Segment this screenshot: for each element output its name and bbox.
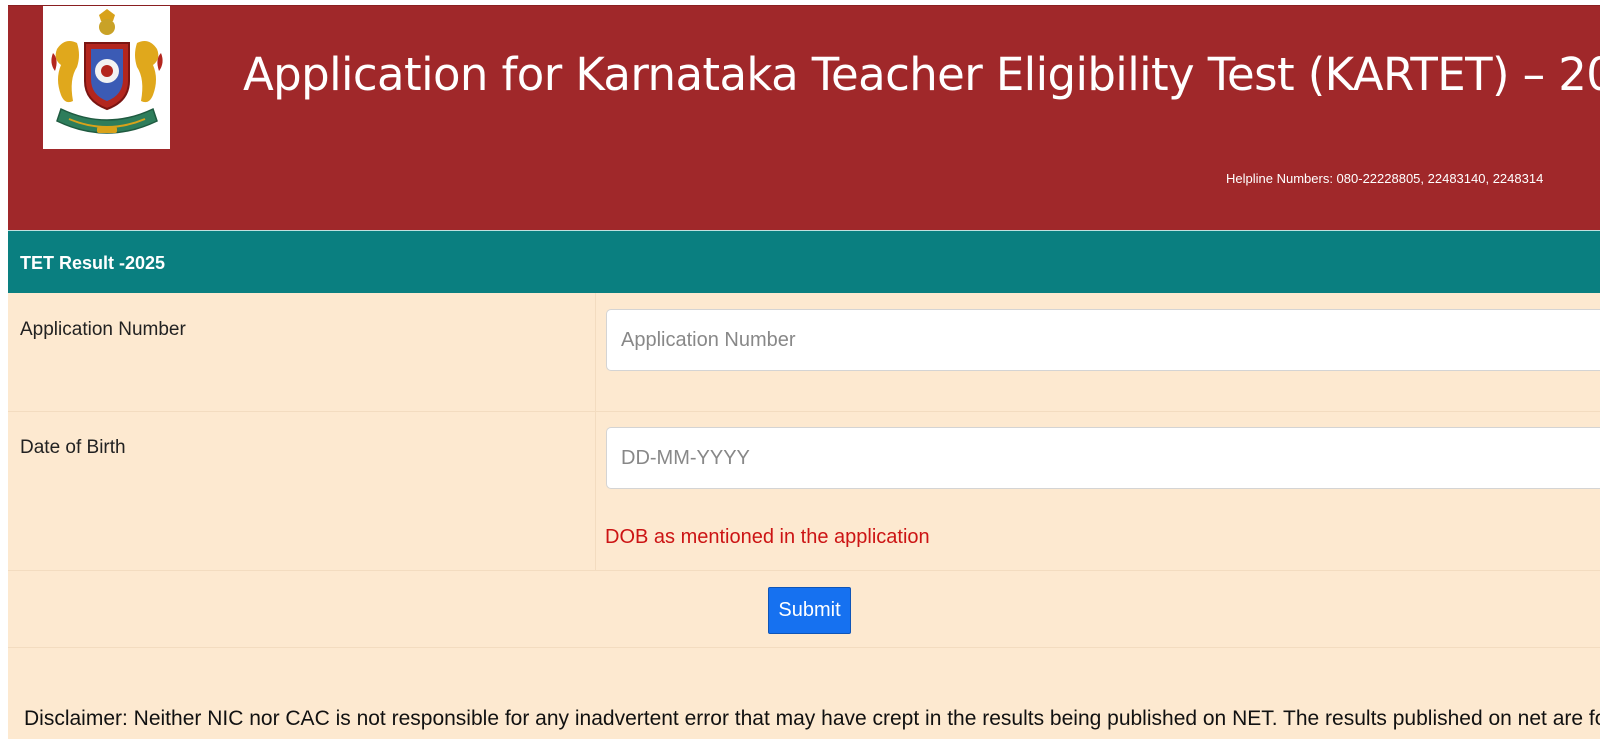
- section-title: TET Result -2025: [8, 230, 1600, 293]
- application-number-input[interactable]: [606, 309, 1600, 371]
- row-divider: [8, 570, 1600, 571]
- application-number-label: Application Number: [20, 319, 186, 340]
- date-of-birth-label: Date of Birth: [20, 437, 126, 458]
- page: Application for Karnataka Teacher Eligib…: [0, 0, 1600, 739]
- dob-hint: DOB as mentioned in the application: [605, 526, 930, 548]
- karnataka-emblem-icon: [43, 6, 170, 149]
- disclaimer-text: Disclaimer: Neither NIC nor CAC is not r…: [24, 707, 1600, 730]
- header: Application for Karnataka Teacher Eligib…: [8, 5, 1600, 230]
- helpline-numbers: Helpline Numbers: 080-22228805, 22483140…: [1226, 171, 1544, 186]
- column-divider: [595, 293, 596, 571]
- row-divider: [8, 647, 1600, 648]
- date-of-birth-input[interactable]: [606, 427, 1600, 489]
- submit-button[interactable]: Submit: [768, 587, 851, 634]
- row-divider: [8, 411, 1600, 412]
- page-title: Application for Karnataka Teacher Eligib…: [243, 48, 1600, 101]
- result-form: Application Number Date of Birth DOB as …: [8, 293, 1600, 739]
